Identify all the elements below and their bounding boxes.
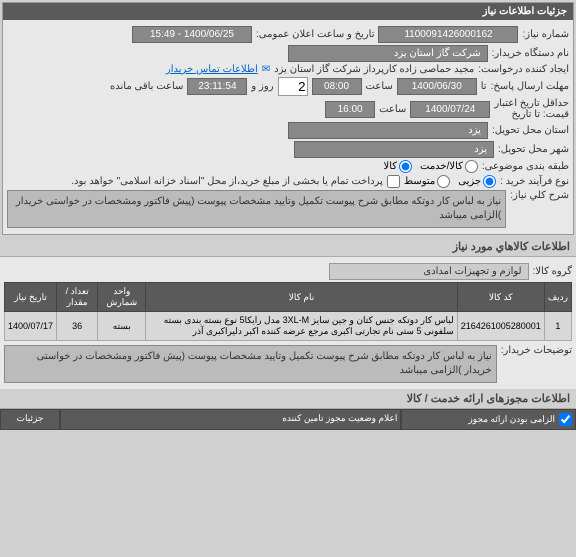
- deadline-date: 1400/06/30: [397, 78, 477, 95]
- group-value: لوازم و تجهیزات امدادی: [329, 263, 529, 280]
- td-qty: 36: [57, 312, 98, 341]
- requester-label: ایجاد کننده درخواست:: [478, 64, 569, 75]
- buy-radio2[interactable]: [437, 175, 450, 188]
- row-need-no: شماره نیاز: 1100091426000162 تاریخ و ساع…: [7, 26, 569, 43]
- table-row: 1 2164261005280001 لباس کار دوتکه جنس کت…: [5, 312, 572, 341]
- th-name: نام کالا: [146, 283, 457, 312]
- buy-opt1[interactable]: جزیی: [458, 175, 496, 188]
- row-group: گروه کالا: لوازم و تجهیزات امدادی: [4, 263, 572, 280]
- deadline-label: مهلت ارسال پاسخ:: [491, 81, 569, 92]
- contact-link[interactable]: اطلاعات تماس خریدار: [166, 64, 258, 75]
- announce-value: 1400/06/25 - 15:49: [132, 26, 252, 43]
- td-date: 1400/07/17: [5, 312, 57, 341]
- contact-icon: ✉: [262, 64, 270, 75]
- panel-header: جزئیات اطلاعات نیاز: [3, 3, 573, 20]
- deadline-time: 08:00: [312, 78, 362, 95]
- goods-section-title: اطلاعات كالاهاي مورد نیاز: [0, 237, 576, 257]
- group-label: گروه کالا:: [533, 266, 572, 277]
- buy-process-note: پرداخت تمام یا بخشی از مبلغ خرید،از محل …: [71, 176, 383, 187]
- class-label: طبقه بندی موضوعی:: [482, 161, 569, 172]
- row-buyer: نام دستگاه خریدار: شرکت گاز استان یزد: [7, 45, 569, 62]
- bottom-header: الزامی بودن ارائه مجوز اعلام وضعیت مجوز …: [0, 409, 576, 430]
- licenses-title: اطلاعات مجوزهای ارائه خدمت / کالا: [0, 389, 576, 409]
- notes-text: نیاز به لباس کار دوتکه مطابق شرح پیوست ت…: [4, 345, 497, 383]
- td-name: لباس کار دوتکه جنس کتان و جین سایز 3XL-M…: [146, 312, 457, 341]
- payment-checkbox[interactable]: [387, 175, 400, 188]
- city-value: یزد: [294, 141, 494, 158]
- th-code: کد کالا: [457, 283, 544, 312]
- buy-process-label: نوع فرآیند خرید :: [500, 176, 569, 187]
- city-label: شهر محل تحویل:: [498, 144, 569, 155]
- need-no-label: شماره نیاز:: [522, 29, 569, 40]
- deadline-time-label: ساعت: [366, 81, 393, 92]
- title: جزئیات اطلاعات نیاز: [483, 6, 567, 17]
- notes-label: توضیحات خریدار:: [501, 345, 572, 356]
- valid-label1: حداقل تاریخ اعتبار: [494, 98, 569, 109]
- main-panel: جزئیات اطلاعات نیاز شماره نیاز: 11000914…: [2, 2, 574, 235]
- bottom-col2: اعلام وضعیت مجوز تامین کننده: [60, 409, 401, 430]
- class-opt2[interactable]: کالا: [383, 160, 412, 173]
- deadline-until: تا: [481, 81, 487, 92]
- th-qty: تعداد / مقدار: [57, 283, 98, 312]
- desc-label: شرح کلي نیاز:: [510, 190, 569, 201]
- th-unit: واحد شمارش: [98, 283, 146, 312]
- mandatory-checkbox[interactable]: [559, 413, 572, 426]
- row-classification: طبقه بندی موضوعی: کالا/خدمت کالا: [7, 160, 569, 173]
- valid-time: 16:00: [325, 101, 375, 118]
- days-input[interactable]: [278, 77, 308, 96]
- th-date: تاریخ نیاز: [5, 283, 57, 312]
- valid-time-label: ساعت: [379, 104, 406, 115]
- province-value: یزد: [288, 122, 488, 139]
- row-buy-process: نوع فرآیند خرید : جزیی متوسط پرداخت تمام…: [7, 175, 569, 188]
- remain-label: ساعت باقی مانده: [110, 81, 183, 92]
- row-notes: توضیحات خریدار: نیاز به لباس کار دوتکه م…: [4, 345, 572, 383]
- buy-opt2[interactable]: متوسط: [404, 175, 450, 188]
- goods-table: ردیف کد کالا نام کالا واحد شمارش تعداد /…: [4, 282, 572, 341]
- table-header-row: ردیف کد کالا نام کالا واحد شمارش تعداد /…: [5, 283, 572, 312]
- bottom-col3: جزئیات: [0, 409, 60, 430]
- desc-text: نیاز به لباس کار دوتکه مطابق شرح پیوست ت…: [7, 190, 506, 228]
- buy-process-group: جزیی متوسط: [404, 175, 496, 188]
- valid-date: 1400/07/24: [410, 101, 490, 118]
- row-description: شرح کلي نیاز: نیاز به لباس کار دوتکه مطا…: [7, 190, 569, 228]
- row-validity: حداقل تاریخ اعتبار قیمت: تا تاریخ 1400/0…: [7, 98, 569, 120]
- row-requester: ایجاد کننده درخواست: مجید حماصی زاده کار…: [7, 64, 569, 75]
- goods-body: گروه کالا: لوازم و تجهیزات امدادی ردیف ک…: [0, 257, 576, 389]
- td-row: 1: [544, 312, 571, 341]
- need-no-value: 1100091426000162: [378, 26, 518, 43]
- th-row: ردیف: [544, 283, 571, 312]
- td-code: 2164261005280001: [457, 312, 544, 341]
- valid-label2: قیمت: تا تاریخ: [494, 109, 569, 120]
- panel-body: شماره نیاز: 1100091426000162 تاریخ و ساع…: [3, 20, 573, 234]
- row-province: استان محل تحویل: یزد: [7, 122, 569, 139]
- class-opt1[interactable]: کالا/خدمت: [420, 160, 478, 173]
- remain-time: 23:11:54: [187, 78, 247, 95]
- row-deadline: مهلت ارسال پاسخ: تا 1400/06/30 ساعت 08:0…: [7, 77, 569, 96]
- class-radio-group: کالا/خدمت کالا: [383, 160, 477, 173]
- class-radio1[interactable]: [465, 160, 478, 173]
- buy-radio1[interactable]: [483, 175, 496, 188]
- row-city: شهر محل تحویل: یزد: [7, 141, 569, 158]
- days-label: روز و: [251, 81, 273, 92]
- buyer-label: نام دستگاه خریدار:: [492, 48, 569, 59]
- td-unit: بسته: [98, 312, 146, 341]
- class-radio2[interactable]: [399, 160, 412, 173]
- announce-label: تاریخ و ساعت اعلان عمومی:: [256, 29, 375, 40]
- buyer-value: شرکت گاز استان یزد: [288, 45, 488, 62]
- requester-value: مجید حماصی زاده کارپرداز شرکت گاز استان …: [274, 64, 474, 75]
- bottom-col1: الزامی بودن ارائه مجوز: [401, 409, 576, 430]
- province-label: استان محل تحویل:: [492, 125, 569, 136]
